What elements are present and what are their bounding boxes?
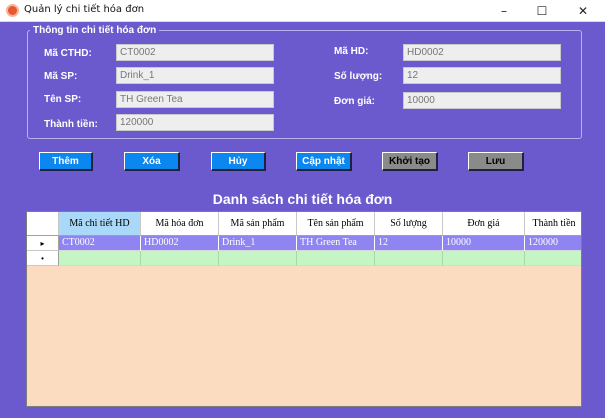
- cancel-button[interactable]: Hủy: [211, 152, 266, 171]
- add-button[interactable]: Thêm: [39, 152, 93, 171]
- ma-hd-label: Mã HD:: [334, 46, 369, 57]
- table-cell[interactable]: 120000: [525, 236, 581, 251]
- table-cell[interactable]: 10000: [443, 236, 525, 251]
- table-cell[interactable]: [219, 251, 297, 266]
- table-cell[interactable]: [443, 251, 525, 266]
- initialize-button[interactable]: Khởi tạo: [382, 152, 438, 171]
- minimize-button[interactable]: –: [485, 0, 523, 22]
- update-button[interactable]: Cập nhật: [296, 152, 352, 171]
- table-cell[interactable]: 12: [375, 236, 443, 251]
- don-gia-label: Đơn giá:: [334, 96, 375, 107]
- col-header-so-luong[interactable]: Số lượng: [375, 212, 443, 236]
- thanh-tien-label: Thành tiền:: [44, 119, 98, 130]
- app-icon: [6, 4, 19, 17]
- ma-hd-field[interactable]: HD0002: [403, 44, 561, 61]
- grid-corner[interactable]: [27, 212, 59, 236]
- list-title: Danh sách chi tiết hóa đơn: [212, 191, 393, 207]
- ma-sp-field[interactable]: Drink_1: [116, 67, 274, 84]
- table-cell[interactable]: HD0002: [141, 236, 219, 251]
- table-cell[interactable]: CT0002: [59, 236, 141, 251]
- ten-sp-label: Tên SP:: [44, 94, 82, 105]
- close-button[interactable]: ✕: [561, 0, 605, 22]
- table-cell[interactable]: Drink_1: [219, 236, 297, 251]
- so-luong-field[interactable]: 12: [403, 67, 561, 84]
- don-gia-field[interactable]: 10000: [403, 92, 561, 109]
- ten-sp-field[interactable]: TH Green Tea: [116, 91, 274, 108]
- col-header-ma-san-pham[interactable]: Mã sản phẩm: [219, 212, 297, 236]
- so-luong-label: Số lượng:: [334, 71, 383, 82]
- save-button[interactable]: Lưu: [468, 152, 524, 171]
- invoice-detail-grid[interactable]: Mã chi tiết HD Mã hóa đơn Mã sản phẩm Tê…: [26, 211, 582, 407]
- thanh-tien-field[interactable]: 120000: [116, 114, 274, 131]
- col-header-ten-san-pham[interactable]: Tên sản phẩm: [297, 212, 375, 236]
- groupbox-title: Thông tin chi tiết hóa đơn: [30, 25, 160, 36]
- delete-button[interactable]: Xóa: [124, 152, 180, 171]
- table-cell[interactable]: [59, 251, 141, 266]
- table-cell[interactable]: [141, 251, 219, 266]
- table-cell[interactable]: [525, 251, 581, 266]
- table-cell[interactable]: [297, 251, 375, 266]
- ma-sp-label: Mã SP:: [44, 71, 78, 82]
- ma-cthd-field[interactable]: CT0002: [116, 44, 274, 61]
- ma-cthd-label: Mã CTHD:: [44, 48, 92, 59]
- col-header-ma-chi-tiet-hd[interactable]: Mã chi tiết HD: [59, 212, 141, 236]
- current-row-indicator[interactable]: ▸: [27, 236, 59, 251]
- new-row-indicator[interactable]: •: [27, 251, 59, 266]
- col-header-don-gia[interactable]: Đơn giá: [443, 212, 525, 236]
- title-bar: Quản lý chi tiết hóa đơn – ☐ ✕: [0, 0, 605, 22]
- table-cell[interactable]: TH Green Tea: [297, 236, 375, 251]
- maximize-button[interactable]: ☐: [523, 0, 561, 22]
- col-header-thanh-tien[interactable]: Thành tiền: [525, 212, 581, 236]
- table-cell[interactable]: [375, 251, 443, 266]
- col-header-ma-hoa-don[interactable]: Mã hóa đơn: [141, 212, 219, 236]
- window-title: Quản lý chi tiết hóa đơn: [24, 4, 145, 15]
- grid-bottom-strip: [26, 407, 582, 418]
